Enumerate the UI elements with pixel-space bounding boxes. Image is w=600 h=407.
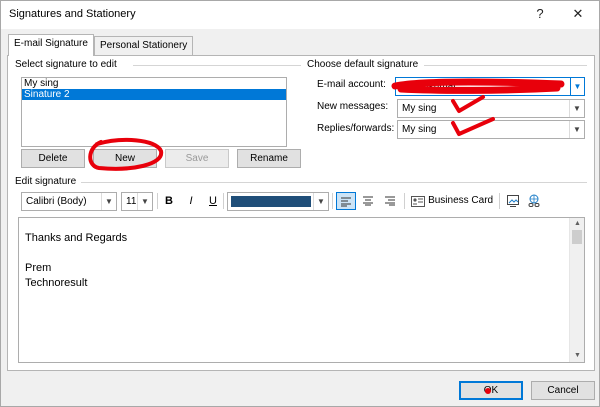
font-color-swatch	[231, 196, 311, 207]
new-messages-value: My sing	[402, 103, 437, 114]
tab-email-signature-label: E-mail Signature	[14, 38, 88, 49]
align-left-icon[interactable]	[336, 192, 356, 210]
list-item-selected[interactable]: Sinature 2	[22, 89, 286, 100]
font-name-select[interactable]: Calibri (Body) ▼	[21, 192, 117, 211]
replies-forwards-select[interactable]: My sing ▼	[397, 120, 585, 139]
new-button[interactable]: New	[93, 149, 157, 168]
edit-signature-heading: Edit signature	[15, 176, 77, 187]
signatures-dialog: Signatures and Stationery ? ✕ E-mail Sig…	[0, 0, 600, 407]
font-size-value: 11	[126, 196, 137, 207]
chevron-down-icon: ▼	[570, 77, 585, 96]
delete-button[interactable]: Delete	[21, 149, 85, 168]
signature-list[interactable]: My sing Sinature 2	[21, 77, 287, 147]
italic-button[interactable]: I	[183, 192, 199, 210]
underline-button[interactable]: U	[205, 192, 221, 210]
toolbar-separator	[404, 193, 405, 209]
scroll-up-icon[interactable]: ▲	[570, 218, 585, 230]
business-card-icon	[411, 195, 425, 207]
tab-email-signature[interactable]: E-mail Signature	[8, 34, 94, 56]
new-messages-label: New messages:	[317, 101, 389, 112]
chevron-down-icon: ▼	[101, 193, 116, 210]
divider	[424, 65, 587, 66]
close-button[interactable]: ✕	[563, 3, 593, 25]
signature-editor[interactable]: Thanks and Regards Prem Technoresult ▲ ▼	[18, 217, 585, 363]
toolbar-separator	[223, 193, 224, 209]
new-messages-select[interactable]: My sing ▼	[397, 99, 585, 118]
window-title: Signatures and Stationery	[9, 8, 136, 20]
replies-forwards-value: My sing	[402, 124, 437, 135]
save-button[interactable]: Save	[165, 149, 229, 168]
align-right-icon[interactable]	[380, 192, 400, 210]
divider	[133, 65, 301, 66]
title-bar: Signatures and Stationery ? ✕	[1, 1, 599, 29]
rename-button[interactable]: Rename	[237, 149, 301, 168]
tab-personal-stationery-label: Personal Stationery	[100, 40, 188, 51]
font-name-value: Calibri (Body)	[26, 196, 87, 207]
chevron-down-icon: ▼	[137, 193, 152, 210]
toolbar-separator	[332, 193, 333, 209]
list-item[interactable]: My sing	[22, 78, 286, 89]
email-account-label: E-mail account:	[317, 79, 386, 90]
signature-text-line: Thanks and Regards	[25, 232, 128, 244]
hyperlink-icon[interactable]	[525, 192, 543, 210]
help-button[interactable]: ?	[525, 3, 555, 25]
vertical-scrollbar[interactable]: ▲ ▼	[569, 218, 584, 362]
chevron-down-icon: ▼	[313, 193, 328, 210]
font-size-select[interactable]: 11 ▼	[121, 192, 153, 211]
chevron-down-icon: ▼	[569, 100, 584, 117]
business-card-label: Business Card	[428, 195, 494, 207]
divider	[81, 182, 587, 183]
business-card-button[interactable]: Business Card	[411, 192, 495, 210]
toolbar-separator	[499, 193, 500, 209]
chevron-down-icon: ▼	[569, 121, 584, 138]
cancel-button[interactable]: Cancel	[531, 381, 595, 400]
scroll-thumb[interactable]	[572, 230, 582, 244]
email-account-select[interactable]: premkumar ▼	[395, 77, 585, 96]
align-center-icon[interactable]	[358, 192, 378, 210]
replies-forwards-label: Replies/forwards:	[317, 123, 395, 134]
signature-text-line: Prem	[25, 262, 52, 274]
font-color-select[interactable]: ▼	[227, 192, 329, 211]
scroll-down-icon[interactable]: ▼	[570, 350, 585, 362]
insert-picture-icon[interactable]	[504, 192, 522, 210]
ok-button[interactable]: OK	[459, 381, 523, 400]
bold-button[interactable]: B	[161, 192, 177, 210]
default-signature-heading: Choose default signature	[307, 59, 419, 70]
email-account-value: premkumar	[406, 81, 457, 92]
tab-personal-stationery[interactable]: Personal Stationery	[94, 36, 194, 56]
toolbar-separator	[157, 193, 158, 209]
select-signature-heading: Select signature to edit	[15, 59, 117, 70]
signature-text-line: Technoresult	[25, 277, 88, 289]
